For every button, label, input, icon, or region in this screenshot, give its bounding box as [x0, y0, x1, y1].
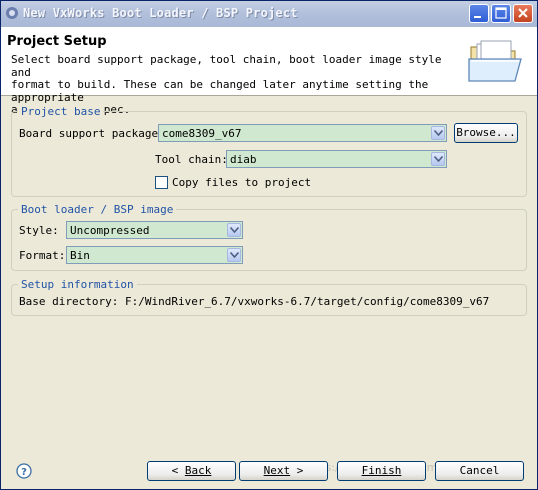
window-title: New VxWorks Boot Loader / BSP Project [23, 6, 298, 20]
bsp-select[interactable]: come8309_v67 [158, 124, 447, 142]
minimize-button[interactable] [469, 4, 489, 23]
style-select-value: Uncompressed [70, 224, 150, 237]
close-icon [518, 8, 528, 18]
cancel-button[interactable]: Cancel [435, 461, 524, 481]
page-title: Project Setup [7, 34, 107, 49]
setup-info-legend: Setup information [18, 278, 137, 291]
title-bar[interactable]: New VxWorks Boot Loader / BSP Project [1, 1, 537, 27]
boot-loader-group: Boot loader / BSP image Style: Uncompres… [11, 203, 527, 271]
style-select[interactable]: Uncompressed [66, 221, 243, 239]
wizard-window: New VxWorks Boot Loader / BSP Project Pr… [0, 0, 538, 490]
finish-label: Finish [361, 464, 402, 477]
help-icon[interactable]: ? [16, 463, 32, 479]
bsp-label: Board support package: [19, 127, 165, 140]
boot-loader-legend: Boot loader / BSP image [18, 203, 177, 216]
base-directory-label: Base directory: F:/WindRiver_6.7/vxworks… [19, 295, 489, 308]
maximize-button[interactable] [491, 4, 511, 23]
chevron-down-icon [434, 156, 443, 162]
folder-icon [468, 40, 522, 82]
format-select[interactable]: Bin [66, 246, 243, 264]
browse-button[interactable]: Browse... [454, 123, 518, 143]
next-arrow: > [296, 464, 304, 477]
back-button[interactable]: < Back [147, 461, 236, 481]
app-icon [6, 7, 18, 19]
next-button[interactable]: Next > [239, 461, 328, 481]
setup-info-group: Setup information Base directory: F:/Win… [11, 278, 527, 316]
svg-text:?: ? [21, 467, 27, 478]
finish-button[interactable]: Finish [337, 461, 426, 481]
description-line: format to build. These can be changed la… [11, 78, 429, 104]
copy-files-checkbox[interactable] [155, 176, 168, 189]
style-label: Style: [19, 224, 59, 237]
chevron-down-icon [230, 252, 239, 258]
base-directory-caption: Base directory: [19, 295, 119, 308]
next-label: Next [263, 464, 291, 477]
toolchain-select[interactable]: diab [226, 150, 447, 168]
format-select-value: Bin [70, 249, 90, 262]
chevron-down-icon [230, 227, 239, 233]
description-line: Select board support package, tool chain… [11, 53, 442, 79]
chevron-down-icon [434, 130, 443, 136]
copy-files-label[interactable]: Copy files to project [172, 176, 311, 189]
project-base-legend: Project base [18, 105, 104, 118]
close-button[interactable] [513, 4, 533, 23]
maximize-icon [495, 7, 507, 19]
project-base-group: Project base Board support package: come… [11, 105, 527, 197]
minimize-icon [474, 16, 481, 18]
back-label: Back [184, 464, 212, 477]
bsp-select-value: come8309_v67 [162, 127, 242, 140]
base-directory-value: F:/WindRiver_6.7/vxworks-6.7/target/conf… [124, 295, 490, 308]
back-arrow: < [171, 464, 179, 477]
format-dropdown-button[interactable] [227, 248, 241, 262]
wizard-header: Project Setup Select board support packa… [1, 27, 537, 116]
format-label: Format: [19, 249, 66, 262]
style-dropdown-button[interactable] [227, 223, 241, 237]
cancel-label: Cancel [459, 464, 500, 477]
toolchain-label: Tool chain: [155, 153, 228, 166]
bsp-dropdown-button[interactable] [431, 126, 445, 140]
toolchain-select-value: diab [230, 153, 257, 166]
toolchain-dropdown-button[interactable] [431, 152, 445, 166]
